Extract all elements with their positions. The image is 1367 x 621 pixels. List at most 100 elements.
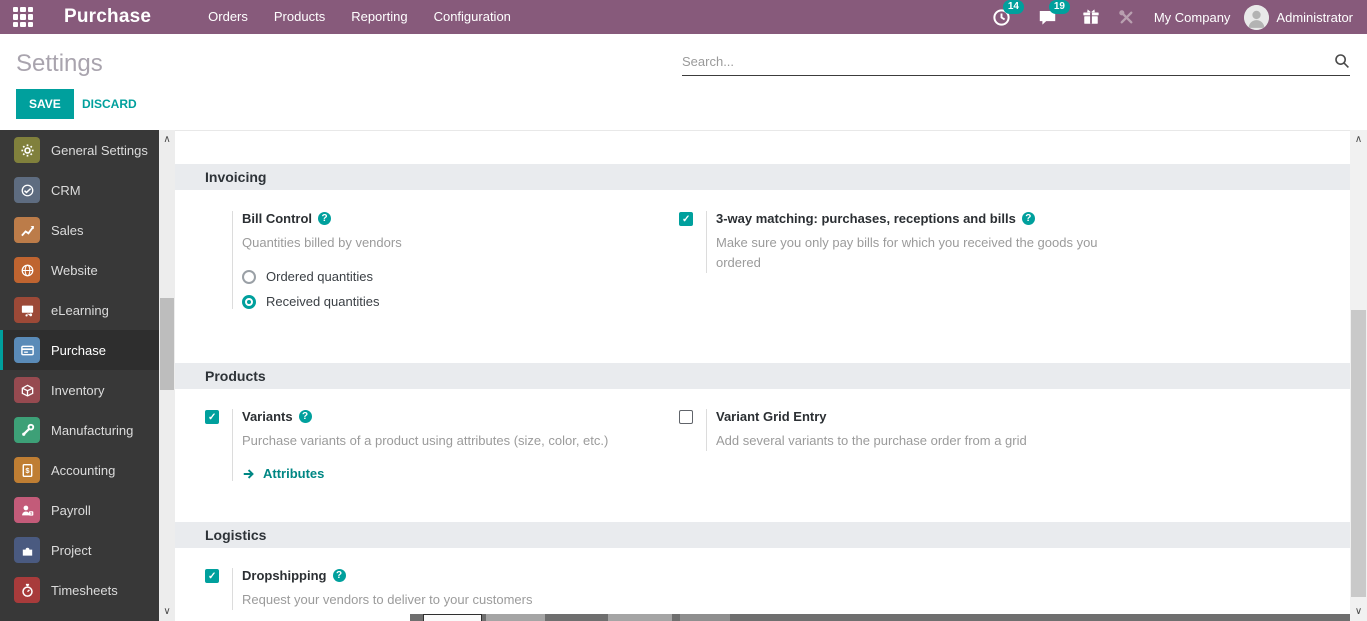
box-icon bbox=[14, 377, 40, 403]
topbar-right: 14 19 My Company Administrator bbox=[983, 5, 1367, 30]
setting-variant-grid-entry: Variant Grid Entry Add several variants … bbox=[679, 409, 1149, 451]
activity-clock-icon[interactable]: 14 bbox=[992, 8, 1011, 27]
arrow-right-icon bbox=[242, 467, 256, 481]
user-menu[interactable]: Administrator bbox=[1276, 10, 1353, 25]
menu-orders[interactable]: Orders bbox=[195, 0, 261, 34]
company-switcher[interactable]: My Company bbox=[1154, 10, 1231, 25]
sidebar-item-elearning[interactable]: eLearning bbox=[0, 290, 159, 330]
sidebar-label: Payroll bbox=[51, 503, 91, 518]
radio-label: Ordered quantities bbox=[266, 269, 373, 284]
app-title[interactable]: Purchase bbox=[64, 6, 151, 28]
chart-icon bbox=[14, 217, 40, 243]
chat-count-badge[interactable]: 19 bbox=[1049, 0, 1070, 14]
strip-segment bbox=[680, 614, 730, 621]
help-icon[interactable]: ? bbox=[299, 410, 312, 423]
menu-configuration[interactable]: Configuration bbox=[421, 0, 524, 34]
tools-icon[interactable] bbox=[1118, 9, 1135, 26]
sidebar-label: Website bbox=[51, 263, 98, 278]
scroll-up-icon[interactable]: ∧ bbox=[159, 132, 175, 147]
radio-ordered-quantities[interactable]: Ordered quantities bbox=[242, 269, 657, 284]
setting-title: Dropshipping bbox=[242, 568, 327, 583]
menu-products[interactable]: Products bbox=[261, 0, 338, 34]
sidebar-label: Sales bbox=[51, 223, 84, 238]
scroll-down-icon[interactable]: ∨ bbox=[159, 604, 175, 619]
search-input[interactable] bbox=[682, 54, 1334, 69]
activity-count-badge[interactable]: 14 bbox=[1003, 0, 1024, 14]
bottom-cutoff-strip bbox=[410, 614, 1350, 621]
save-button[interactable]: SAVE bbox=[16, 89, 74, 119]
sidebar-item-accounting[interactable]: $ Accounting bbox=[0, 450, 159, 490]
sidebar-item-general-settings[interactable]: General Settings bbox=[0, 130, 159, 170]
setting-title: Bill Control bbox=[242, 211, 312, 226]
page-title: Settings bbox=[16, 50, 103, 78]
variant-grid-entry-checkbox[interactable] bbox=[679, 410, 693, 424]
radio-icon[interactable] bbox=[242, 270, 256, 284]
three-way-matching-checkbox[interactable] bbox=[679, 212, 693, 226]
sidebar-item-purchase[interactable]: Purchase bbox=[0, 330, 159, 370]
gift-icon[interactable] bbox=[1082, 8, 1100, 26]
avatar[interactable] bbox=[1244, 5, 1269, 30]
setting-description: Request your vendors to deliver to your … bbox=[242, 590, 665, 610]
sidebar-item-payroll[interactable]: $ Payroll bbox=[0, 490, 159, 530]
svg-text:$: $ bbox=[25, 466, 30, 475]
globe-icon bbox=[14, 257, 40, 283]
menu-reporting[interactable]: Reporting bbox=[338, 0, 420, 34]
dropshipping-checkbox[interactable] bbox=[205, 569, 219, 583]
sidebar-label: eLearning bbox=[51, 303, 109, 318]
content-scrollbar-thumb[interactable] bbox=[1351, 310, 1366, 597]
content-scrollbar[interactable]: ∧ ∨ bbox=[1350, 130, 1367, 621]
radio-received-quantities[interactable]: Received quantities bbox=[242, 294, 657, 309]
stopwatch-icon bbox=[14, 577, 40, 603]
search-icon[interactable] bbox=[1334, 53, 1350, 69]
setting-dropshipping: Dropshipping ? Request your vendors to d… bbox=[205, 568, 665, 610]
help-icon[interactable]: ? bbox=[1022, 212, 1035, 225]
top-navbar: Purchase Orders Products Reporting Confi… bbox=[0, 0, 1367, 34]
setting-description: Quantities billed by vendors bbox=[242, 233, 657, 253]
puzzle-icon bbox=[14, 537, 40, 563]
radio-label: Received quantities bbox=[266, 294, 379, 309]
help-icon[interactable]: ? bbox=[333, 569, 346, 582]
section-header-products: Products bbox=[175, 363, 1350, 389]
radio-icon[interactable] bbox=[242, 295, 256, 309]
chat-icon[interactable]: 19 bbox=[1038, 8, 1057, 27]
handshake-icon bbox=[14, 177, 40, 203]
sidebar-scrollbar[interactable]: ∧ ∨ bbox=[159, 130, 175, 621]
card-icon bbox=[14, 337, 40, 363]
sidebar-label: Timesheets bbox=[51, 583, 118, 598]
setting-description: Make sure you only pay bills for which y… bbox=[716, 233, 1108, 273]
invoice-icon: $ bbox=[14, 457, 40, 483]
apps-grid-icon[interactable] bbox=[13, 7, 33, 27]
setting-description: Purchase variants of a product using att… bbox=[242, 431, 665, 451]
sidebar-item-timesheets[interactable]: Timesheets bbox=[0, 570, 159, 610]
checkbox-column bbox=[205, 211, 232, 309]
strip-segment bbox=[423, 614, 482, 621]
scroll-up-icon[interactable]: ∧ bbox=[1350, 132, 1367, 147]
sidebar-item-project[interactable]: Project bbox=[0, 530, 159, 570]
sidebar-label: Inventory bbox=[51, 383, 104, 398]
setting-variants: Variants ? Purchase variants of a produc… bbox=[205, 409, 665, 481]
section-header-invoicing: Invoicing bbox=[175, 164, 1350, 190]
sidebar-label: Manufacturing bbox=[51, 423, 133, 438]
sidebar-item-manufacturing[interactable]: Manufacturing bbox=[0, 410, 159, 450]
setting-bill-control: Bill Control ? Quantities billed by vend… bbox=[205, 211, 657, 309]
scroll-down-icon[interactable]: ∨ bbox=[1350, 604, 1367, 619]
search-bar bbox=[682, 47, 1350, 76]
help-icon[interactable]: ? bbox=[318, 212, 331, 225]
variants-checkbox[interactable] bbox=[205, 410, 219, 424]
strip-segment bbox=[486, 614, 545, 621]
section-header-logistics: Logistics bbox=[175, 522, 1350, 548]
setting-three-way-matching: 3-way matching: purchases, receptions an… bbox=[679, 211, 1149, 273]
sidebar-item-sales[interactable]: Sales bbox=[0, 210, 159, 250]
attributes-link[interactable]: Attributes bbox=[242, 466, 665, 481]
link-label: Attributes bbox=[263, 466, 324, 481]
wrench-icon bbox=[14, 417, 40, 443]
discard-button[interactable]: DISCARD bbox=[76, 89, 143, 119]
sidebar-item-website[interactable]: Website bbox=[0, 250, 159, 290]
sidebar-item-crm[interactable]: CRM bbox=[0, 170, 159, 210]
sidebar-scrollbar-thumb[interactable] bbox=[160, 298, 174, 390]
presentation-icon bbox=[14, 297, 40, 323]
setting-description: Add several variants to the purchase ord… bbox=[716, 431, 1149, 451]
sidebar-item-inventory[interactable]: Inventory bbox=[0, 370, 159, 410]
sidebar-label: CRM bbox=[51, 183, 81, 198]
settings-sidebar: General Settings CRM Sales Website eLear… bbox=[0, 130, 159, 621]
